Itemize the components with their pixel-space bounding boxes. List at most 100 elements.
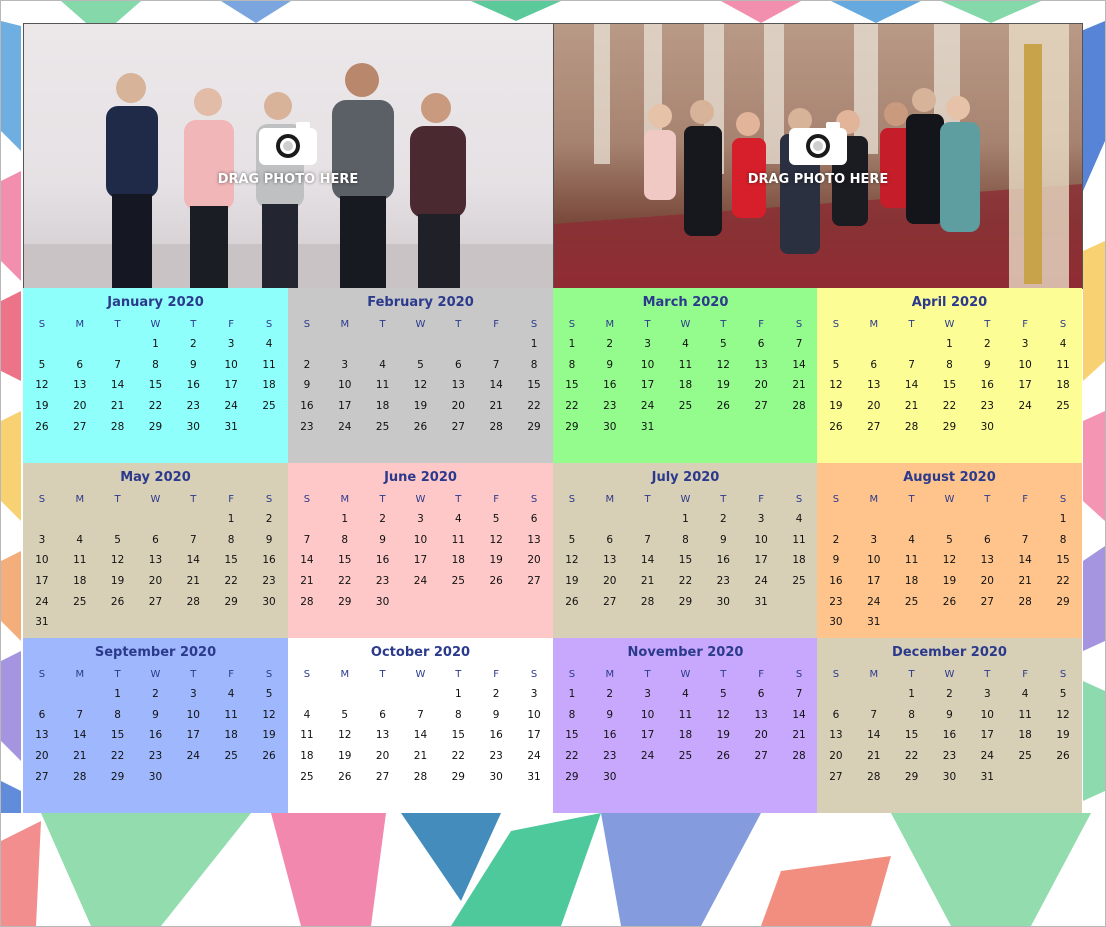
day-cell: 18 <box>451 554 465 567</box>
day-cell <box>288 334 326 355</box>
day-cell: 22 <box>678 575 693 588</box>
day-cell: 6 <box>983 533 991 546</box>
weekday-header: S <box>568 318 576 330</box>
weekday-header: S <box>265 318 273 330</box>
day-cell: 5 <box>114 533 121 546</box>
day-cell: 4 <box>227 688 235 701</box>
weekday-header-row: SMTWTFS <box>23 314 288 334</box>
day-cell: 22 <box>1056 575 1070 588</box>
day-cell: 16 <box>829 575 843 588</box>
day-cell: 9 <box>152 708 159 721</box>
day-cell: 5 <box>719 338 727 351</box>
day-cell: 28 <box>640 595 655 608</box>
day-cell: 2 <box>983 338 991 351</box>
day-cell: 4 <box>682 688 689 701</box>
day-cell: 13 <box>35 729 49 742</box>
day-cell: 30 <box>186 420 200 433</box>
weekday-header: W <box>680 493 691 505</box>
weekday-header: S <box>530 668 538 680</box>
day-cell: 11 <box>1018 708 1032 721</box>
day-cell: 9 <box>492 708 500 721</box>
day-cell: 13 <box>980 554 994 567</box>
day-cell: 18 <box>1018 729 1032 742</box>
day-cell <box>553 509 591 530</box>
day-cell: 21 <box>1018 575 1032 588</box>
weekday-header: W <box>415 318 426 330</box>
weekday-header: W <box>150 668 161 680</box>
day-cell: 17 <box>640 379 655 392</box>
day-cell: 18 <box>678 379 693 392</box>
day-cell: 20 <box>375 750 390 763</box>
weekday-header: F <box>758 318 765 330</box>
week-row: 12 13 14 15 16 17 18 <box>553 550 818 571</box>
day-cell: 22 <box>565 400 579 413</box>
day-cell <box>780 416 818 437</box>
day-cell: 23 <box>489 750 503 763</box>
day-cell <box>212 612 250 633</box>
day-cell: 17 <box>527 729 541 742</box>
day-cell <box>439 591 477 612</box>
day-cell: 1 <box>568 338 576 351</box>
day-cell: 11 <box>678 708 693 721</box>
day-cell <box>742 766 780 787</box>
week-row: 1 2 3 4 <box>553 509 818 530</box>
weekday-header: M <box>869 493 879 505</box>
weekday-header: M <box>869 318 879 330</box>
weekday-header: T <box>720 668 727 680</box>
day-cell <box>250 766 288 787</box>
day-cell: 3 <box>341 358 349 371</box>
day-cell: 28 <box>186 595 200 608</box>
month-panel: March 2020 S M T W T F S 1 2 3 4 5 6 7 8 9 10 11 12 13 14 15 16… <box>553 288 818 463</box>
week-row: 1 2 3 4 5 <box>23 684 288 705</box>
day-cell: 28 <box>300 595 314 608</box>
week-row: 1 <box>817 509 1082 530</box>
drag-photo-hint[interactable]: DRAG PHOTO HERE <box>198 120 378 187</box>
day-cell: 7 <box>417 708 424 721</box>
day-cell: 13 <box>754 708 768 721</box>
day-cell: 24 <box>35 595 49 608</box>
weekday-header: W <box>415 668 426 680</box>
day-cell: 3 <box>757 513 765 526</box>
day-cell: 16 <box>262 554 276 567</box>
day-cell <box>629 509 667 530</box>
weekday-header: M <box>605 493 615 505</box>
weekday-header: T <box>908 318 915 330</box>
month-panel: February 2020 S M T W T F S 1 2 3 4 5 6 7 8 9 10 11 12 13 14 1… <box>288 288 553 463</box>
day-cell: 8 <box>1059 533 1067 546</box>
day-cell: 18 <box>1056 379 1070 392</box>
day-cell: 18 <box>375 400 390 413</box>
day-cell: 21 <box>640 575 655 588</box>
day-cell <box>288 509 326 530</box>
weekday-header: F <box>493 493 500 505</box>
day-cell <box>515 591 553 612</box>
day-cell <box>855 334 893 355</box>
photo-drop-zone-left[interactable]: DRAG PHOTO HERE <box>23 23 554 289</box>
photo-drop-zone-right[interactable]: DRAG PHOTO HERE <box>553 23 1083 289</box>
drag-photo-hint[interactable]: DRAG PHOTO HERE <box>728 120 908 187</box>
day-cell <box>817 334 855 355</box>
weekday-header: S <box>38 318 46 330</box>
day-cell: 15 <box>224 554 238 567</box>
day-cell: 14 <box>640 554 655 567</box>
weekday-header: W <box>150 318 161 330</box>
day-cell: 24 <box>527 750 541 763</box>
week-row: 12 <box>23 509 288 530</box>
day-cell: 23 <box>980 400 994 413</box>
weekday-header: T <box>379 668 386 680</box>
weekday-header-row: SMTWTFS <box>288 489 553 509</box>
week-row: 19 20 21 22 23 24 25 <box>553 571 818 592</box>
weekday-header: T <box>908 668 915 680</box>
day-cell: 3 <box>530 688 538 701</box>
day-cell: 25 <box>792 575 806 588</box>
weekday-header: T <box>644 493 651 505</box>
day-cell: 18 <box>300 750 314 763</box>
weekday-header: F <box>228 493 235 505</box>
day-cell: 16 <box>980 379 994 392</box>
day-cell: 9 <box>189 358 197 371</box>
day-cell: 17 <box>224 379 238 392</box>
day-cell <box>99 509 137 530</box>
day-cell: 11 <box>73 554 87 567</box>
day-cell <box>402 334 440 355</box>
week-row: 15 16 17 18 19 20 21 <box>553 375 818 396</box>
day-cell: 28 <box>1018 595 1032 608</box>
